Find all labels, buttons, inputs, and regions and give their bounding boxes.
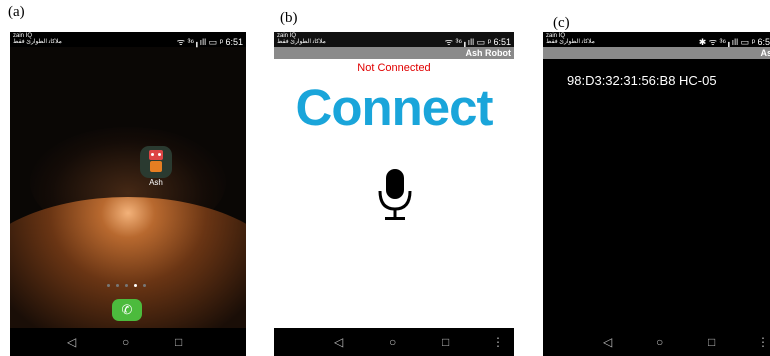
phone-glyph: ✆ — [121, 302, 133, 317]
bluetooth-device-item[interactable]: 98:D3:32:31:56:B8 HC-05 — [567, 73, 717, 88]
recent-apps-icon[interactable]: □ — [708, 333, 715, 351]
phone-icon[interactable]: ✆ — [112, 299, 142, 321]
home-icon[interactable]: ○ — [656, 333, 663, 351]
recent-apps-icon[interactable]: □ — [175, 333, 182, 351]
menu-icon[interactable]: ⋮ — [757, 333, 769, 351]
carrier-text: zain IQ ﻣﻠﺎﻛﺎﺗ ﺍﻟﻄﻮﺍﺭﺉ ﻓﻘﻂ — [546, 33, 595, 45]
status-bar: zain IQ ﻣﻠﺎﻛﺎﺗ ﺍﻟﻄﻮﺍﺭﺉ ﻓﻘﻂ ᯤ ³⁶╻ıll ▭ ᵖ … — [10, 32, 246, 47]
home-icon[interactable]: ○ — [122, 333, 129, 351]
panel-label-c: (c) — [553, 15, 570, 31]
phone-app-screen: zain IQ ﻣﻠﺎﻛﺎﺗ ﺍﻟﻄﻮﺍﺭﺉ ﻓﻘﻂ ᯤ ³⁶╻ıll ▭ ᵖ … — [274, 32, 514, 356]
robot-body — [150, 161, 162, 172]
page-dot-active[interactable] — [134, 284, 137, 287]
app-title-bar: Ash Robot — [274, 47, 514, 59]
page-indicator — [104, 284, 149, 287]
panel-label-b: (b) — [280, 10, 298, 26]
page-dot[interactable] — [107, 284, 110, 287]
home-icon[interactable]: ○ — [389, 333, 396, 351]
nav-bar: ◁ ○ □ — [10, 328, 246, 356]
back-icon[interactable]: ◁ — [334, 333, 343, 351]
back-icon[interactable]: ◁ — [603, 333, 612, 351]
phone-device-list: zain IQ ﻣﻠﺎﻛﺎﺗ ﺍﻟﻄﻮﺍﺭﺉ ﻓﻘﻂ ✱ ᯤ ³⁶╻ıll ▭ … — [543, 32, 770, 356]
back-icon[interactable]: ◁ — [67, 333, 76, 351]
connect-button[interactable]: Connect — [276, 77, 512, 139]
page-dot[interactable] — [116, 284, 119, 287]
status-icons-time: ᯤ ³⁶╻ıll ▭ ᵖ 6:51 — [176, 37, 243, 47]
carrier-note: ﻣﻠﺎﻛﺎﺗ ﺍﻟﻄﻮﺍﺭﺉ ﻓﻘﻂ — [546, 39, 595, 45]
panel-label-a: (a) — [8, 4, 25, 20]
carrier-text: zain IQ ﻣﻠﺎﻛﺎﺗ ﺍﻟﻄﻮﺍﺭﺉ ﻓﻘﻂ — [277, 33, 326, 45]
status-bar: zain IQ ﻣﻠﺎﻛﺎﺗ ﺍﻟﻄﻮﺍﺭﺉ ﻓﻘﻂ ✱ ᯤ ³⁶╻ıll ▭ … — [543, 32, 770, 47]
robot-head — [149, 150, 163, 160]
nav-bar: ◁ ○ □ ⋮ — [274, 328, 514, 356]
menu-icon[interactable]: ⋮ — [492, 333, 504, 351]
phone-home-screen: zain IQ ﻣﻠﺎﻛﺎﺗ ﺍﻟﻄﻮﺍﺭﺉ ﻓﻘﻂ ᯤ ³⁶╻ıll ▭ ᵖ … — [10, 32, 246, 356]
connection-status: Not Connected — [357, 62, 431, 74]
app-title-bar: As — [543, 47, 770, 59]
recent-apps-icon[interactable]: □ — [442, 333, 449, 351]
page-dot[interactable] — [125, 284, 128, 287]
robot-eye — [158, 153, 161, 156]
microphone-icon[interactable] — [375, 167, 415, 223]
carrier-note: ﻣﻠﺎﻛﺎﺗ ﺍﻟﻄﻮﺍﺭﺉ ﻓﻘﻂ — [277, 39, 326, 45]
carrier-text: zain IQ ﻣﻠﺎﻛﺎﺗ ﺍﻟﻄﻮﺍﺭﺉ ﻓﻘﻂ — [13, 33, 62, 45]
robot-icon[interactable] — [140, 146, 172, 178]
app-label-ash[interactable]: Ash — [140, 178, 172, 187]
robot-eye — [151, 153, 154, 156]
carrier-note: ﻣﻠﺎﻛﺎﺗ ﺍﻟﻄﻮﺍﺭﺉ ﻓﻘﻂ — [13, 39, 62, 45]
page-dot[interactable] — [143, 284, 146, 287]
nav-bar: ◁ ○ □ ⋮ — [543, 328, 770, 356]
status-bar: zain IQ ﻣﻠﺎﻛﺎﺗ ﺍﻟﻄﻮﺍﺭﺉ ﻓﻘﻂ ᯤ ³⁶╻ıll ▭ ᵖ … — [274, 32, 514, 47]
